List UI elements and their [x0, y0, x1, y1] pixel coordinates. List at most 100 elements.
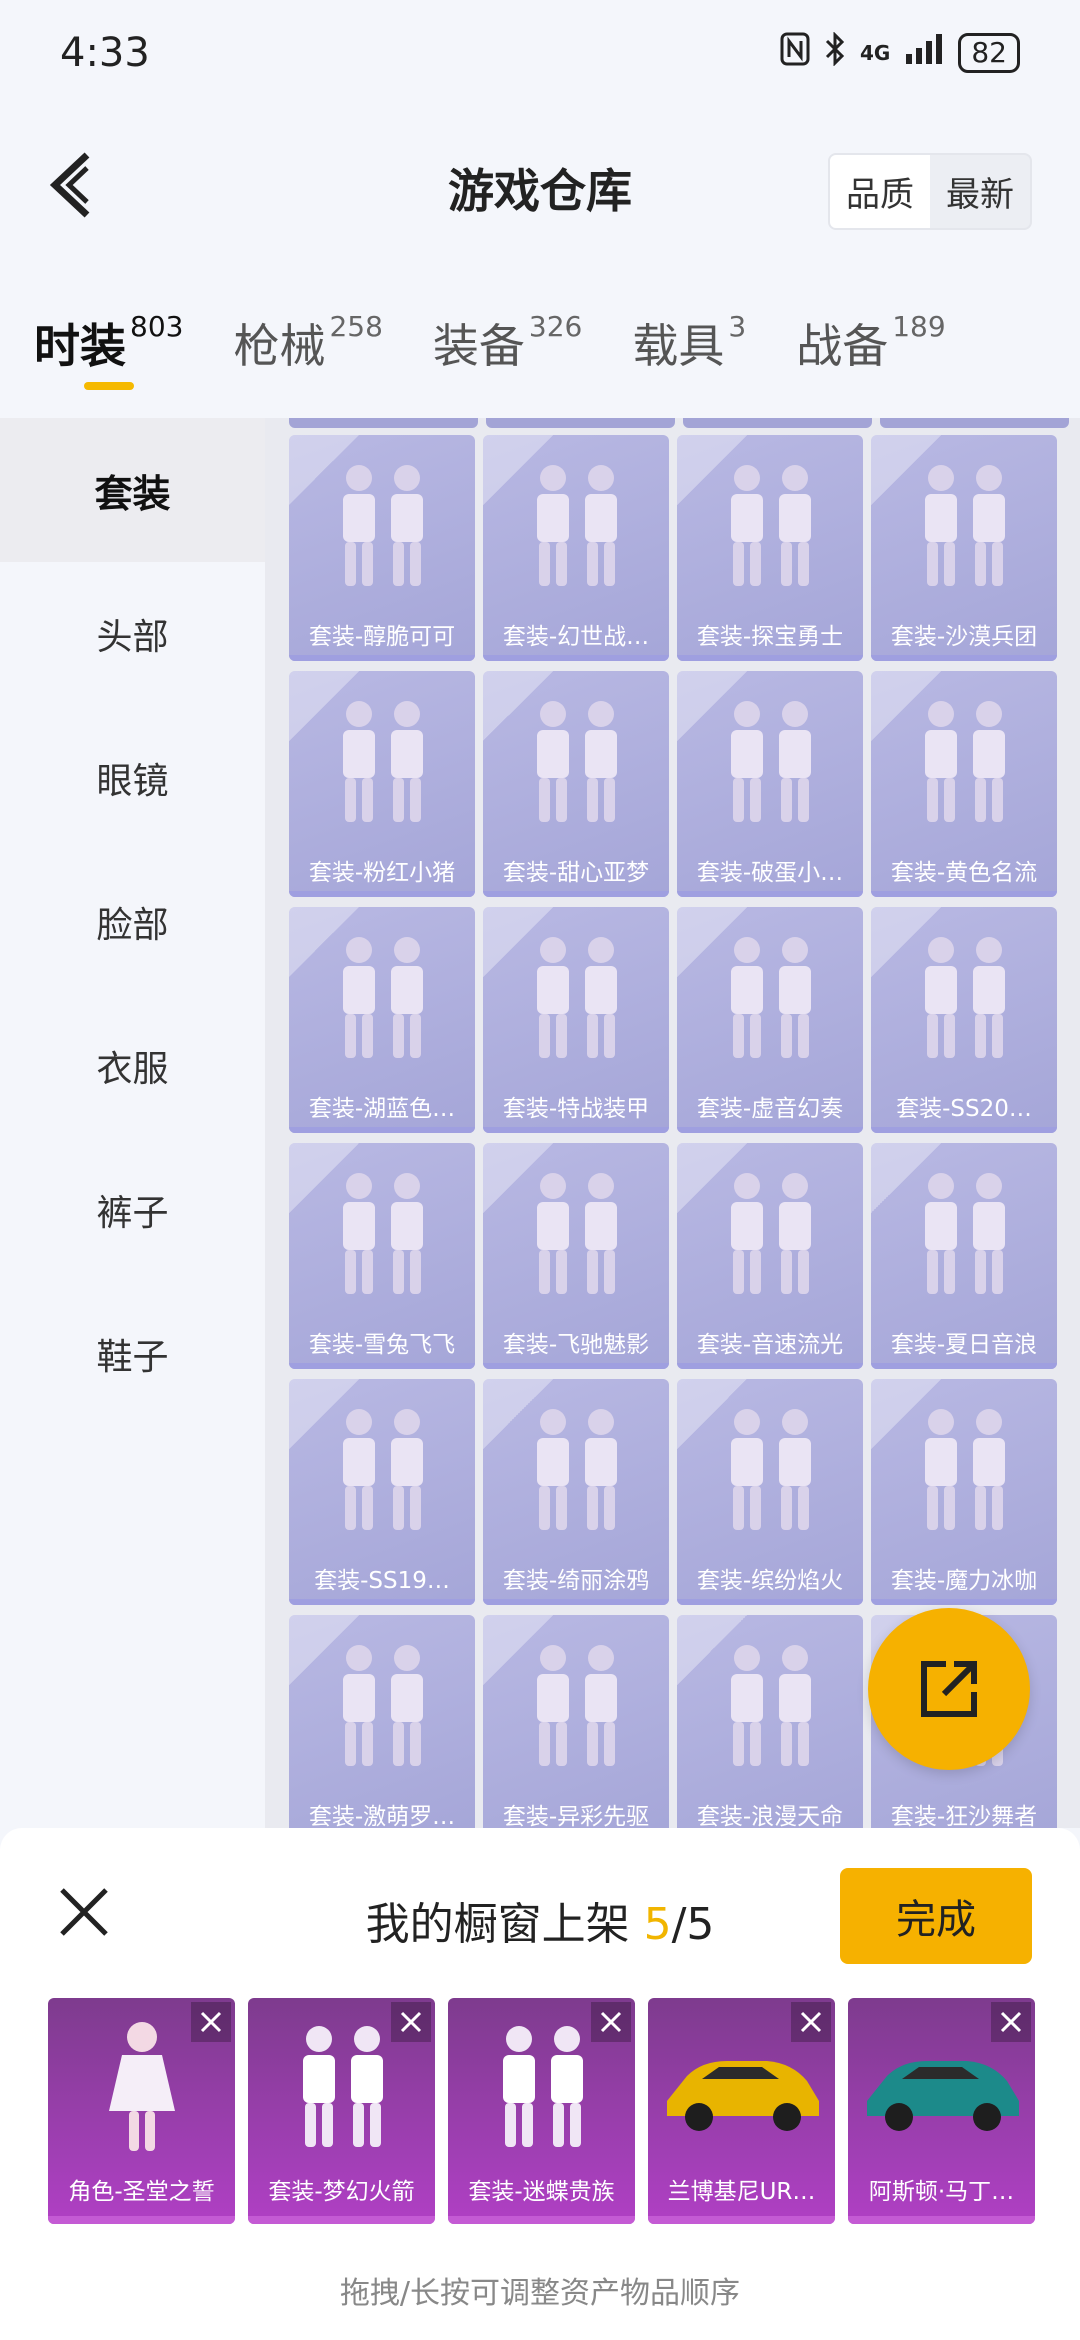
outfit-card-label: 套装-虚音幻奏 — [696, 1096, 844, 1122]
outfit-card-label: 套装-魔力冰咖 — [890, 1568, 1038, 1594]
selected-item-card[interactable]: 兰博基尼UR… — [648, 1998, 835, 2224]
outfit-card[interactable]: 套装-雪兔飞飞 — [289, 1143, 475, 1369]
outfit-card[interactable]: 套装-特战装甲 — [483, 907, 669, 1133]
close-icon — [800, 2011, 822, 2033]
outfit-card[interactable]: 套装-浪漫天命 — [677, 1615, 863, 1828]
sidebar-item-shoes[interactable]: 鞋子 — [0, 1282, 265, 1426]
category-tabs: 时装 803 枪械 258 装备 326 载具 3 战备 189 — [0, 270, 1080, 418]
sidebar-item-head[interactable]: 头部 — [0, 562, 265, 706]
tab-fashion[interactable]: 时装 803 — [34, 270, 184, 390]
sidebar-item-suits[interactable]: 套装 — [0, 418, 265, 562]
selected-item-card[interactable]: 套装-迷蝶贵族 — [448, 1998, 635, 2224]
sidebar-item-face[interactable]: 脸部 — [0, 850, 265, 994]
outfit-icon — [871, 1389, 1057, 1549]
outfit-icon — [483, 1153, 669, 1313]
outfit-card[interactable]: 套装-破蛋小… — [677, 671, 863, 897]
card-quality-bar — [483, 1127, 669, 1133]
selected-item-card[interactable]: 套装-梦幻火箭 — [248, 1998, 435, 2224]
card-quality-bar — [483, 655, 669, 661]
share-button[interactable] — [868, 1608, 1030, 1770]
card-quality-bar — [871, 1127, 1057, 1133]
outfit-card[interactable]: 套装-异彩先驱 — [483, 1615, 669, 1828]
sort-toggle: 品质 最新 — [828, 153, 1032, 230]
close-icon — [1000, 2011, 1022, 2033]
outfit-icon — [289, 1389, 475, 1549]
close-icon — [200, 2011, 222, 2033]
outfit-card[interactable]: 套装-沙漠兵团 — [871, 435, 1057, 661]
selected-item-card[interactable]: 角色-圣堂之誓 — [48, 1998, 235, 2224]
done-button[interactable]: 完成 — [840, 1868, 1032, 1964]
outfit-card[interactable]: 套装-飞驰魅影 — [483, 1143, 669, 1369]
tab-supplies[interactable]: 战备 189 — [796, 270, 945, 376]
outfit-card-label: 套装-粉红小猪 — [308, 860, 456, 886]
tab-guns[interactable]: 枪械 258 — [233, 270, 382, 376]
outfit-card-label: 套装-特战装甲 — [502, 1096, 650, 1122]
tab-count: 189 — [892, 310, 946, 343]
remove-item-button[interactable] — [591, 2002, 631, 2042]
outfit-card-label: 套装-异彩先驱 — [502, 1804, 650, 1828]
close-icon — [400, 2011, 422, 2033]
outfit-card-label: 套装-绮丽涂鸦 — [502, 1568, 650, 1594]
outfit-card[interactable]: 套装-湖蓝色… — [289, 907, 475, 1133]
outfit-card-label: 套装-飞驰魅影 — [502, 1332, 650, 1358]
outfit-card-label: 套装-SS20… — [896, 1096, 1032, 1122]
outfit-card[interactable]: 套装-绮丽涂鸦 — [483, 1379, 669, 1605]
sidebar-item-clothes[interactable]: 衣服 — [0, 994, 265, 1138]
card-quality-bar — [648, 2216, 835, 2224]
outfit-card[interactable]: 套装-缤纷焰火 — [677, 1379, 863, 1605]
outfit-card[interactable]: 套装-音速流光 — [677, 1143, 863, 1369]
outfit-icon — [677, 1153, 863, 1313]
outfit-card[interactable]: 套装-虚音幻奏 — [677, 907, 863, 1133]
battery-indicator: 82 — [958, 32, 1020, 73]
remove-item-button[interactable] — [991, 2002, 1031, 2042]
showcase-title-text: 我的橱窗上架 — [365, 1899, 644, 1950]
selected-item-label: 阿斯顿·马丁… — [868, 2179, 1015, 2205]
active-tab-indicator — [84, 382, 134, 390]
outfit-icon — [677, 1625, 863, 1785]
sort-quality-button[interactable]: 品质 — [830, 155, 930, 228]
outfit-icon — [289, 1625, 475, 1785]
sidebar-item-glasses[interactable]: 眼镜 — [0, 706, 265, 850]
back-button[interactable] — [30, 145, 110, 225]
outfit-card-label: 套装-雪兔飞飞 — [308, 1332, 456, 1358]
outfit-card[interactable]: 套装-激萌罗… — [289, 1615, 475, 1828]
outfit-card[interactable]: 套装-粉红小猪 — [289, 671, 475, 897]
outfit-card[interactable]: 套装-幻世战… — [483, 435, 669, 661]
network-label: 4G — [860, 40, 891, 65]
selected-item-card[interactable]: 阿斯顿·马丁… — [848, 1998, 1035, 2224]
card-quality-bar — [448, 2216, 635, 2224]
outfit-icon — [871, 445, 1057, 605]
outfit-card[interactable]: 套装-探宝勇士 — [677, 435, 863, 661]
tab-count: 3 — [728, 310, 747, 343]
remove-item-button[interactable] — [191, 2002, 231, 2042]
sort-newest-button[interactable]: 最新 — [930, 155, 1030, 228]
outfit-card[interactable]: 套装-SS20… — [871, 907, 1057, 1133]
card-quality-bar — [289, 1599, 475, 1605]
outfit-icon — [483, 1625, 669, 1785]
remove-item-button[interactable] — [791, 2002, 831, 2042]
outfit-card[interactable]: 套装-魔力冰咖 — [871, 1379, 1057, 1605]
card-quality-bar — [483, 1363, 669, 1369]
outfit-card[interactable]: 套装-醇脆可可 — [289, 435, 475, 661]
sidebar-item-pants[interactable]: 裤子 — [0, 1138, 265, 1282]
outfit-card[interactable]: 套装-黄色名流 — [871, 671, 1057, 897]
tab-label: 枪械 — [233, 319, 326, 373]
page-title: 游戏仓库 — [448, 163, 632, 218]
card-quality-bar — [289, 1363, 475, 1369]
outfit-card-label: 套装-湖蓝色… — [308, 1096, 456, 1122]
tab-equipment[interactable]: 装备 326 — [433, 270, 582, 376]
outfit-card[interactable]: 套装-SS19… — [289, 1379, 475, 1605]
outfit-card[interactable]: 套装-甜心亚梦 — [483, 671, 669, 897]
showcase-count-separator: / — [671, 1899, 687, 1950]
tab-count: 258 — [329, 310, 383, 343]
card-quality-bar — [289, 891, 475, 897]
card-quality-bar — [289, 1127, 475, 1133]
outfit-card[interactable]: 套装-夏日音浪 — [871, 1143, 1057, 1369]
sidebar: 套装 头部 眼镜 脸部 衣服 裤子 鞋子 — [0, 418, 265, 1828]
outfit-card-label: 套装-醇脆可可 — [308, 624, 456, 650]
outfit-icon — [677, 681, 863, 841]
tab-count: 803 — [130, 310, 184, 343]
tab-vehicles[interactable]: 载具 3 — [632, 270, 746, 376]
status-time: 4:33 — [60, 29, 150, 76]
remove-item-button[interactable] — [391, 2002, 431, 2042]
